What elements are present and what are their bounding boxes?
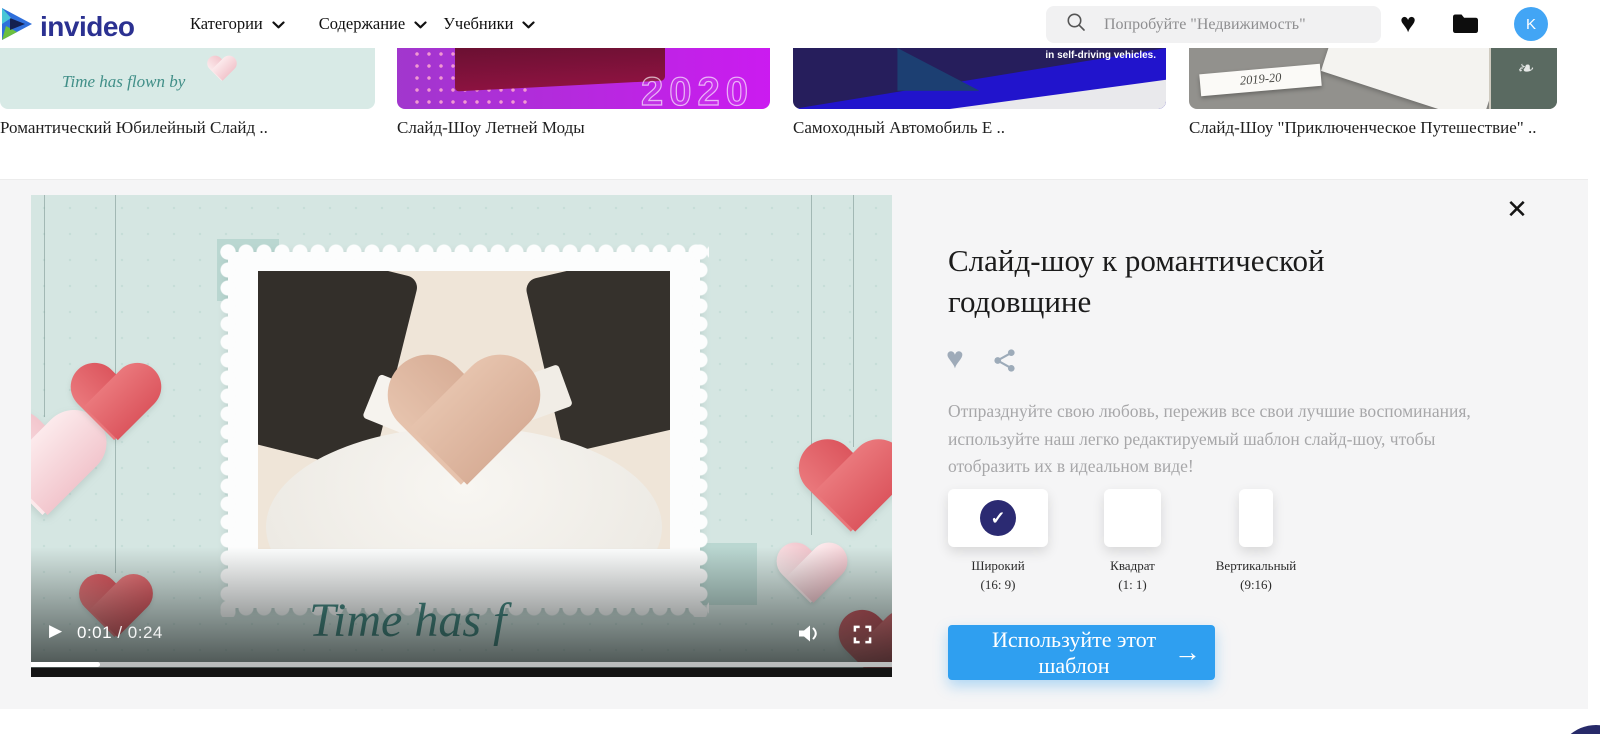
check-mark: ✓ (990, 507, 1006, 528)
aspect-ratio: (16: 9) (980, 577, 1016, 592)
main-nav: Категории Содержание Учебники (190, 0, 536, 48)
video-letterbox (31, 668, 892, 677)
invideo-logo-icon (2, 5, 36, 48)
video-timestamp: 0:01 / 0:24 (77, 623, 163, 643)
duration: 0:24 (127, 623, 163, 642)
video-progress-bar[interactable] (31, 662, 892, 667)
chat-widget-button[interactable] (1556, 725, 1600, 734)
chevron-down-icon (272, 14, 285, 34)
aspect-option-wide[interactable]: ✓ (948, 489, 1048, 547)
heart-thread (853, 195, 854, 447)
template-label[interactable]: Слайд-Шоу Летней Моды (397, 118, 585, 138)
nav-categories[interactable]: Категории (190, 14, 285, 34)
wedding-photo (258, 271, 670, 549)
time-separator: / (117, 623, 123, 642)
favorites-icon[interactable]: ♥ (1400, 8, 1416, 38)
aspect-label-square: Квадрат (1: 1) (1076, 556, 1189, 594)
template-label[interactable]: Слайд-Шоу "Приключенческое Путешествие" … (1189, 118, 1536, 138)
thumb-overlay-text: 2020 (640, 69, 754, 109)
selected-check-icon: ✓ (980, 500, 1016, 536)
ornament-icon: ❧ (1516, 58, 1533, 80)
fullscreen-icon[interactable] (853, 625, 872, 649)
groom-sleeve (524, 271, 670, 455)
aspect-name: Квадрат (1110, 558, 1155, 573)
template-thumb-summer-fashion[interactable]: 2020 (397, 48, 770, 109)
arrow-right-icon: → (1174, 637, 1201, 667)
template-thumb-romantic-anniversary[interactable]: Time has flown by (0, 48, 375, 109)
thumb-overlay-text: 2019-20 (1199, 63, 1323, 96)
video-bottom-gradient (31, 547, 892, 669)
template-thumb-adventure-travel[interactable]: 2019-20 ❧ (1189, 48, 1557, 109)
aspect-ratio: (1: 1) (1118, 577, 1147, 592)
thumb-inner-frame (455, 48, 665, 92)
top-navbar: invideo Категории Содержание Учебники По… (0, 0, 1600, 48)
invideo-logo-text: invideo (40, 10, 135, 42)
paper-heart-decor (207, 56, 237, 84)
like-heart-icon[interactable]: ♥ (946, 342, 964, 376)
user-avatar[interactable]: K (1514, 7, 1548, 41)
nav-tutorials-label: Учебники (443, 14, 514, 33)
nav-content[interactable]: Содержание (319, 14, 427, 34)
aspect-option-vertical[interactable] (1239, 489, 1273, 547)
share-icon[interactable] (992, 348, 1017, 378)
video-progress-fill (31, 662, 100, 667)
hands-heart-shape (387, 358, 542, 501)
volume-icon[interactable] (797, 623, 822, 649)
invideo-logo[interactable]: invideo (2, 5, 135, 48)
aspect-name: Широкий (971, 558, 1025, 573)
aspect-name: Вертикальный (1215, 558, 1297, 573)
folder-icon[interactable] (1452, 13, 1479, 39)
template-description: Отпразднуйте свою любовь, пережив все св… (948, 401, 1471, 476)
search-icon (1066, 12, 1086, 37)
chevron-down-icon (414, 14, 427, 34)
thumb-shape (1320, 48, 1507, 109)
use-template-label: Используйте этот шаблон (991, 626, 1157, 678)
template-title: Слайд-шоу к романтической годовщине (948, 243, 1325, 319)
heart-thread (44, 195, 45, 417)
search-bar (1046, 6, 1381, 43)
aspect-label-vertical: Вертикальный (9:16) (1196, 556, 1316, 594)
search-input[interactable] (1102, 14, 1381, 35)
use-template-button[interactable]: Используйте этот шаблон → (948, 625, 1215, 680)
nav-tutorials[interactable]: Учебники (443, 14, 536, 34)
thumb-overlay-text: Time has flown by (62, 72, 186, 91)
play-icon[interactable]: ▶ (49, 621, 62, 641)
invideo-app: invideo Категории Содержание Учебники По… (0, 0, 1600, 734)
template-label[interactable]: Самоходный Автомобиль E .. (793, 118, 1005, 138)
aspect-ratio: (9:16) (1240, 577, 1272, 592)
avatar-letter: K (1525, 15, 1536, 33)
paper-heart-decor (70, 365, 162, 450)
aspect-label-wide: Широкий (16: 9) (948, 556, 1048, 594)
template-thumb-self-driving-car[interactable]: in self-driving vehicles. (793, 48, 1166, 109)
current-time: 0:01 (77, 623, 113, 642)
nav-content-label: Содержание (318, 14, 406, 33)
chevron-down-icon (522, 14, 536, 34)
close-icon[interactable]: ✕ (1500, 192, 1534, 226)
thumb-overlay-text: in self-driving vehicles. (1045, 50, 1156, 61)
template-video-player[interactable]: Time has f ▶ 0:01 / 0:24 (31, 195, 892, 677)
paper-heart-decor (798, 441, 892, 542)
aspect-option-square[interactable] (1104, 489, 1161, 547)
template-label[interactable]: Романтический Юбилейный Слайд .. (0, 118, 268, 138)
nav-categories-label: Категории (190, 14, 263, 33)
